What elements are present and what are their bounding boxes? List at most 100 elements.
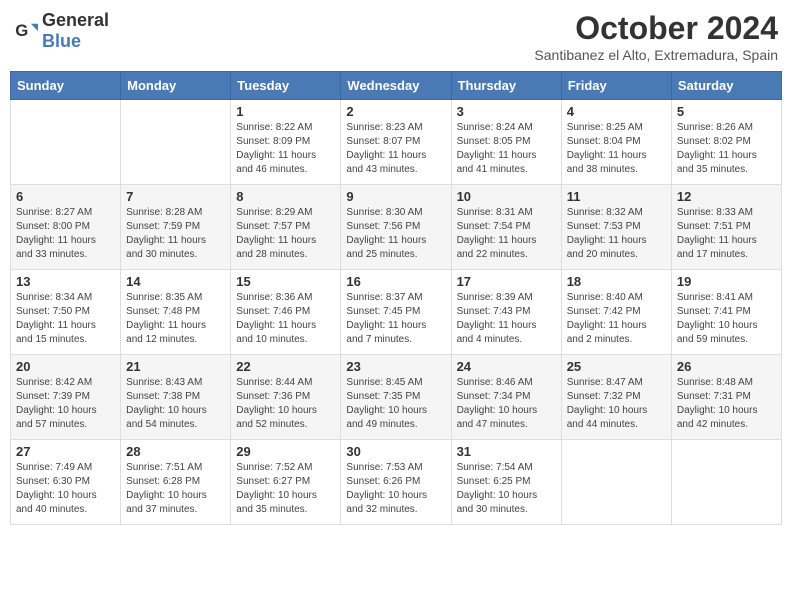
logo-icon: G <box>14 19 38 43</box>
day-number: 2 <box>346 104 445 119</box>
calendar-cell: 19 Sunrise: 8:41 AM Sunset: 7:41 PM Dayli… <box>671 270 781 355</box>
calendar-cell: 23 Sunrise: 8:45 AM Sunset: 7:35 PM Dayli… <box>341 355 451 440</box>
day-info: Sunrise: 7:51 AM Sunset: 6:28 PM Dayligh… <box>126 461 225 517</box>
calendar-header-row: SundayMondayTuesdayWednesdayThursdayFrid… <box>11 72 782 100</box>
day-info: Sunrise: 8:34 AM Sunset: 7:50 PM Dayligh… <box>16 291 115 347</box>
day-info: Sunrise: 8:28 AM Sunset: 7:59 PM Dayligh… <box>126 206 225 262</box>
calendar-cell: 29 Sunrise: 7:52 AM Sunset: 6:27 PM Dayli… <box>231 440 341 525</box>
day-info: Sunrise: 8:31 AM Sunset: 7:54 PM Dayligh… <box>457 206 556 262</box>
day-info: Sunrise: 8:26 AM Sunset: 8:02 PM Dayligh… <box>677 121 776 177</box>
day-number: 19 <box>677 274 776 289</box>
calendar-cell: 26 Sunrise: 8:48 AM Sunset: 7:31 PM Dayli… <box>671 355 781 440</box>
day-info: Sunrise: 8:25 AM Sunset: 8:04 PM Dayligh… <box>567 121 666 177</box>
day-header-thursday: Thursday <box>451 72 561 100</box>
calendar-week-row: 6 Sunrise: 8:27 AM Sunset: 8:00 PM Daylig… <box>11 185 782 270</box>
calendar-cell: 6 Sunrise: 8:27 AM Sunset: 8:00 PM Daylig… <box>11 185 121 270</box>
calendar-cell: 15Sunrise: 8:36 AM Sunset: 7:46 PM Dayli… <box>231 270 341 355</box>
calendar-cell <box>561 440 671 525</box>
calendar-cell: 27Sunrise: 7:49 AM Sunset: 6:30 PM Dayli… <box>11 440 121 525</box>
calendar-cell: 20Sunrise: 8:42 AM Sunset: 7:39 PM Dayli… <box>11 355 121 440</box>
day-number: 6 <box>16 189 115 204</box>
calendar-cell: 28 Sunrise: 7:51 AM Sunset: 6:28 PM Dayli… <box>121 440 231 525</box>
calendar-cell: 10 Sunrise: 8:31 AM Sunset: 7:54 PM Dayli… <box>451 185 561 270</box>
calendar-cell: 17 Sunrise: 8:39 AM Sunset: 7:43 PM Dayli… <box>451 270 561 355</box>
day-number: 4 <box>567 104 666 119</box>
calendar-week-row: 20Sunrise: 8:42 AM Sunset: 7:39 PM Dayli… <box>11 355 782 440</box>
calendar-table: SundayMondayTuesdayWednesdayThursdayFrid… <box>10 71 782 525</box>
day-header-friday: Friday <box>561 72 671 100</box>
day-info: Sunrise: 8:45 AM Sunset: 7:35 PM Dayligh… <box>346 376 445 432</box>
logo-general: General <box>42 10 109 30</box>
calendar-cell: 1Sunrise: 8:22 AM Sunset: 8:09 PM Daylig… <box>231 100 341 185</box>
day-number: 27 <box>16 444 115 459</box>
day-number: 14 <box>126 274 225 289</box>
day-number: 10 <box>457 189 556 204</box>
day-info: Sunrise: 8:44 AM Sunset: 7:36 PM Dayligh… <box>236 376 335 432</box>
calendar-cell: 31 Sunrise: 7:54 AM Sunset: 6:25 PM Dayli… <box>451 440 561 525</box>
day-info: Sunrise: 8:39 AM Sunset: 7:43 PM Dayligh… <box>457 291 556 347</box>
calendar-cell <box>11 100 121 185</box>
day-info: Sunrise: 8:23 AM Sunset: 8:07 PM Dayligh… <box>346 121 445 177</box>
calendar-cell: 7Sunrise: 8:28 AM Sunset: 7:59 PM Daylig… <box>121 185 231 270</box>
day-number: 23 <box>346 359 445 374</box>
calendar-cell: 11 Sunrise: 8:32 AM Sunset: 7:53 PM Dayli… <box>561 185 671 270</box>
day-info: Sunrise: 7:52 AM Sunset: 6:27 PM Dayligh… <box>236 461 335 517</box>
day-header-saturday: Saturday <box>671 72 781 100</box>
day-number: 11 <box>567 189 666 204</box>
day-number: 5 <box>677 104 776 119</box>
day-info: Sunrise: 8:48 AM Sunset: 7:31 PM Dayligh… <box>677 376 776 432</box>
calendar-cell: 25 Sunrise: 8:47 AM Sunset: 7:32 PM Dayli… <box>561 355 671 440</box>
day-number: 29 <box>236 444 335 459</box>
day-number: 16 <box>346 274 445 289</box>
day-header-sunday: Sunday <box>11 72 121 100</box>
calendar-cell: 2 Sunrise: 8:23 AM Sunset: 8:07 PM Daylig… <box>341 100 451 185</box>
day-info: Sunrise: 7:53 AM Sunset: 6:26 PM Dayligh… <box>346 461 445 517</box>
logo-blue: Blue <box>42 31 81 51</box>
day-info: Sunrise: 8:35 AM Sunset: 7:48 PM Dayligh… <box>126 291 225 347</box>
calendar-week-row: 27Sunrise: 7:49 AM Sunset: 6:30 PM Dayli… <box>11 440 782 525</box>
day-header-tuesday: Tuesday <box>231 72 341 100</box>
day-info: Sunrise: 8:32 AM Sunset: 7:53 PM Dayligh… <box>567 206 666 262</box>
day-info: Sunrise: 8:41 AM Sunset: 7:41 PM Dayligh… <box>677 291 776 347</box>
day-number: 13 <box>16 274 115 289</box>
calendar-cell: 5 Sunrise: 8:26 AM Sunset: 8:02 PM Daylig… <box>671 100 781 185</box>
day-info: Sunrise: 8:30 AM Sunset: 7:56 PM Dayligh… <box>346 206 445 262</box>
day-number: 22 <box>236 359 335 374</box>
title-section: October 2024 Santibanez el Alto, Extrema… <box>534 10 778 63</box>
day-number: 12 <box>677 189 776 204</box>
day-number: 25 <box>567 359 666 374</box>
day-info: Sunrise: 8:33 AM Sunset: 7:51 PM Dayligh… <box>677 206 776 262</box>
day-info: Sunrise: 8:47 AM Sunset: 7:32 PM Dayligh… <box>567 376 666 432</box>
page-header: G General Blue October 2024 Santibanez e… <box>10 10 782 63</box>
day-number: 9 <box>346 189 445 204</box>
day-info: Sunrise: 8:43 AM Sunset: 7:38 PM Dayligh… <box>126 376 225 432</box>
day-number: 20 <box>16 359 115 374</box>
month-title: October 2024 <box>534 10 778 47</box>
day-info: Sunrise: 8:27 AM Sunset: 8:00 PM Dayligh… <box>16 206 115 262</box>
day-header-monday: Monday <box>121 72 231 100</box>
day-header-wednesday: Wednesday <box>341 72 451 100</box>
day-number: 24 <box>457 359 556 374</box>
calendar-cell: 22 Sunrise: 8:44 AM Sunset: 7:36 PM Dayli… <box>231 355 341 440</box>
day-number: 8 <box>236 189 335 204</box>
day-info: Sunrise: 8:46 AM Sunset: 7:34 PM Dayligh… <box>457 376 556 432</box>
day-info: Sunrise: 8:29 AM Sunset: 7:57 PM Dayligh… <box>236 206 335 262</box>
logo: G General Blue <box>14 10 109 52</box>
day-number: 1 <box>236 104 335 119</box>
calendar-week-row: 1Sunrise: 8:22 AM Sunset: 8:09 PM Daylig… <box>11 100 782 185</box>
day-info: Sunrise: 7:54 AM Sunset: 6:25 PM Dayligh… <box>457 461 556 517</box>
calendar-cell: 16Sunrise: 8:37 AM Sunset: 7:45 PM Dayli… <box>341 270 451 355</box>
day-number: 26 <box>677 359 776 374</box>
day-number: 3 <box>457 104 556 119</box>
day-info: Sunrise: 8:40 AM Sunset: 7:42 PM Dayligh… <box>567 291 666 347</box>
day-number: 18 <box>567 274 666 289</box>
day-number: 30 <box>346 444 445 459</box>
calendar-cell: 8 Sunrise: 8:29 AM Sunset: 7:57 PM Daylig… <box>231 185 341 270</box>
day-number: 28 <box>126 444 225 459</box>
day-number: 31 <box>457 444 556 459</box>
svg-text:G: G <box>15 21 28 40</box>
calendar-week-row: 13 Sunrise: 8:34 AM Sunset: 7:50 PM Dayli… <box>11 270 782 355</box>
day-info: Sunrise: 8:36 AM Sunset: 7:46 PM Dayligh… <box>236 291 335 347</box>
day-number: 17 <box>457 274 556 289</box>
calendar-cell: 18 Sunrise: 8:40 AM Sunset: 7:42 PM Dayli… <box>561 270 671 355</box>
